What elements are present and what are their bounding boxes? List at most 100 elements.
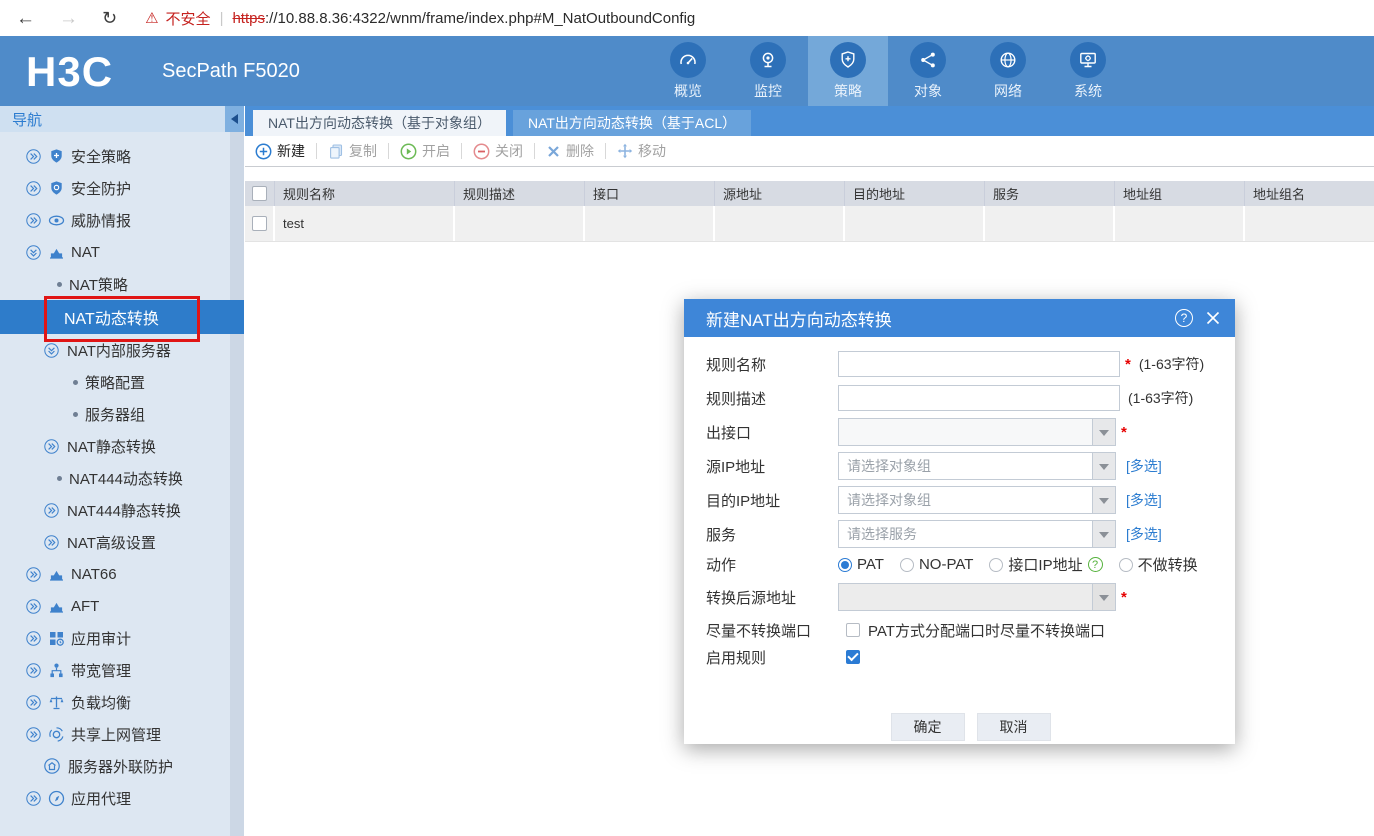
sidebar-item-nat[interactable]: NAT bbox=[0, 236, 244, 268]
sidebar-item-nat444-dynamic[interactable]: NAT444动态转换 bbox=[0, 462, 244, 494]
chevron-right-circle-icon[interactable] bbox=[26, 148, 41, 164]
radio-label: PAT bbox=[857, 556, 884, 573]
sidebar-item-nat66[interactable]: NAT66 bbox=[0, 558, 244, 590]
chevron-right-circle-icon[interactable] bbox=[44, 502, 59, 518]
sidebar-item-load-balance[interactable]: 负载均衡 bbox=[0, 686, 244, 718]
nav-label: 对象 bbox=[914, 82, 942, 99]
radio-option-interface-ip[interactable]: 接口IP地址 ? bbox=[989, 554, 1103, 575]
column-header[interactable]: 服务 bbox=[985, 181, 1115, 206]
service-select[interactable]: 请选择服务 bbox=[838, 520, 1116, 548]
move-button[interactable]: 移动 bbox=[617, 141, 666, 161]
help-icon[interactable]: ? bbox=[1175, 309, 1193, 327]
nav-item-monitor[interactable]: 监控 bbox=[728, 36, 808, 106]
multi-select-link[interactable]: [多选] bbox=[1126, 456, 1162, 476]
sidebar-item-threat-intel[interactable]: 威胁情报 bbox=[0, 204, 244, 236]
nav-item-overview[interactable]: 概览 bbox=[648, 36, 728, 106]
nav-item-system[interactable]: 系统 bbox=[1048, 36, 1128, 106]
close-icon[interactable] bbox=[1205, 310, 1221, 326]
radio-option-pat[interactable]: PAT bbox=[838, 556, 884, 573]
sidebar-item-shared-internet[interactable]: 共享上网管理 bbox=[0, 718, 244, 750]
browser-back-icon[interactable]: ← bbox=[16, 9, 35, 28]
chevron-down-icon[interactable] bbox=[1092, 419, 1115, 445]
sidebar-item-security-protection[interactable]: 安全防护 bbox=[0, 172, 244, 204]
sidebar-item-nat-static[interactable]: NAT静态转换 bbox=[0, 430, 244, 462]
radio-icon[interactable] bbox=[1118, 557, 1133, 572]
chevron-right-circle-icon[interactable] bbox=[26, 662, 41, 678]
chevron-right-circle-icon[interactable] bbox=[26, 566, 41, 582]
new-button[interactable]: 新建 bbox=[255, 141, 305, 161]
address-bar[interactable]: ⚠ 不安全 | https://10.88.8.36:4322/wnm/fram… bbox=[145, 8, 695, 29]
sidebar-item-nat444-static[interactable]: NAT444静态转换 bbox=[0, 494, 244, 526]
cancel-button[interactable]: 取消 bbox=[976, 713, 1051, 741]
radio-option-no-translate[interactable]: 不做转换 bbox=[1118, 554, 1198, 575]
multi-select-link[interactable]: [多选] bbox=[1126, 490, 1162, 510]
column-header[interactable]: 规则名称 bbox=[275, 181, 455, 206]
column-header[interactable]: 源地址 bbox=[715, 181, 845, 206]
sidebar-collapse-button[interactable] bbox=[225, 106, 244, 132]
chevron-right-circle-icon[interactable] bbox=[26, 726, 41, 742]
nav-item-objects[interactable]: 对象 bbox=[888, 36, 968, 106]
chevron-down-icon[interactable] bbox=[1092, 521, 1115, 547]
chevron-right-circle-icon[interactable] bbox=[44, 438, 59, 454]
rule-desc-input[interactable] bbox=[838, 385, 1120, 411]
chevron-right-circle-icon[interactable] bbox=[26, 598, 41, 614]
row-checkbox[interactable] bbox=[251, 216, 267, 231]
chevron-right-circle-icon[interactable] bbox=[26, 630, 41, 646]
sidebar-item-security-policy[interactable]: 安全策略 bbox=[0, 140, 244, 172]
chevron-down-icon[interactable] bbox=[1092, 453, 1115, 479]
column-header[interactable]: 接口 bbox=[585, 181, 715, 206]
disable-button[interactable]: 关闭 bbox=[473, 141, 523, 161]
radio-selected-icon[interactable] bbox=[838, 557, 852, 572]
select-all-checkbox[interactable] bbox=[252, 186, 267, 201]
sidebar-item-server-outreach[interactable]: 服务器外联防护 bbox=[0, 750, 244, 782]
field-label-translated-src: 转换后源地址 bbox=[706, 589, 797, 607]
sidebar-item-label: NAT内部服务器 bbox=[67, 342, 171, 360]
translated-src-select[interactable] bbox=[838, 583, 1116, 611]
no-port-translate-checkbox[interactable] bbox=[846, 623, 860, 637]
table-row[interactable]: test bbox=[245, 206, 1374, 242]
sidebar-item-nat-policy[interactable]: NAT策略 bbox=[0, 268, 244, 300]
out-interface-select[interactable] bbox=[838, 418, 1116, 446]
chevron-down-circle-icon[interactable] bbox=[26, 244, 41, 260]
sidebar-item-aft[interactable]: AFT bbox=[0, 590, 244, 622]
nav-item-policy[interactable]: 策略 bbox=[808, 36, 888, 106]
sidebar-item-policy-config[interactable]: 策略配置 bbox=[0, 366, 244, 398]
tab-nat-outbound-objectgroup[interactable]: NAT出方向动态转换（基于对象组） bbox=[253, 110, 506, 136]
radio-option-nopat[interactable]: NO-PAT bbox=[899, 556, 973, 573]
column-header[interactable]: 地址组名 bbox=[1245, 181, 1374, 206]
sidebar-item-bandwidth[interactable]: 带宽管理 bbox=[0, 654, 244, 686]
chevron-right-circle-icon[interactable] bbox=[26, 180, 41, 196]
sidebar-item-nat-dynamic[interactable]: NAT动态转换 bbox=[0, 300, 244, 334]
ok-button[interactable]: 确定 bbox=[890, 713, 965, 741]
tab-nat-outbound-acl[interactable]: NAT出方向动态转换（基于ACL） bbox=[512, 110, 752, 136]
rule-name-input[interactable] bbox=[838, 351, 1120, 377]
chevron-down-icon[interactable] bbox=[1092, 584, 1115, 610]
copy-button[interactable]: 复制 bbox=[328, 141, 377, 161]
src-ip-select[interactable]: 请选择对象组 bbox=[838, 452, 1116, 480]
enable-rule-checkbox[interactable] bbox=[846, 650, 860, 664]
delete-button[interactable]: 删除 bbox=[546, 141, 594, 161]
sidebar-item-server-group[interactable]: 服务器组 bbox=[0, 398, 244, 430]
sidebar-item-nat-internal-server[interactable]: NAT内部服务器 bbox=[0, 334, 244, 366]
dst-ip-select[interactable]: 请选择对象组 bbox=[838, 486, 1116, 514]
sidebar-item-app-proxy[interactable]: 应用代理 bbox=[0, 782, 244, 814]
chevron-right-circle-icon[interactable] bbox=[26, 790, 41, 806]
chevron-down-circle-icon[interactable] bbox=[44, 342, 59, 358]
sidebar-item-nat-advanced[interactable]: NAT高级设置 bbox=[0, 526, 244, 558]
chevron-right-circle-icon[interactable] bbox=[26, 694, 41, 710]
enable-button[interactable]: 开启 bbox=[400, 141, 450, 161]
multi-select-link[interactable]: [多选] bbox=[1126, 524, 1162, 544]
chevron-down-icon[interactable] bbox=[1092, 487, 1115, 513]
column-header[interactable]: 地址组 bbox=[1115, 181, 1245, 206]
column-header[interactable]: 规则描述 bbox=[455, 181, 585, 206]
sidebar-item-app-audit[interactable]: 应用审计 bbox=[0, 622, 244, 654]
chevron-right-circle-icon[interactable] bbox=[26, 212, 41, 228]
chevron-right-circle-icon[interactable] bbox=[44, 534, 59, 550]
browser-forward-icon[interactable]: → bbox=[59, 9, 78, 28]
column-header[interactable]: 目的地址 bbox=[845, 181, 985, 206]
radio-icon[interactable] bbox=[899, 557, 914, 572]
browser-reload-icon[interactable]: ↻ bbox=[102, 9, 117, 27]
green-help-icon[interactable]: ? bbox=[1087, 557, 1103, 572]
nav-item-network[interactable]: 网络 bbox=[968, 36, 1048, 106]
radio-icon[interactable] bbox=[989, 557, 1004, 572]
